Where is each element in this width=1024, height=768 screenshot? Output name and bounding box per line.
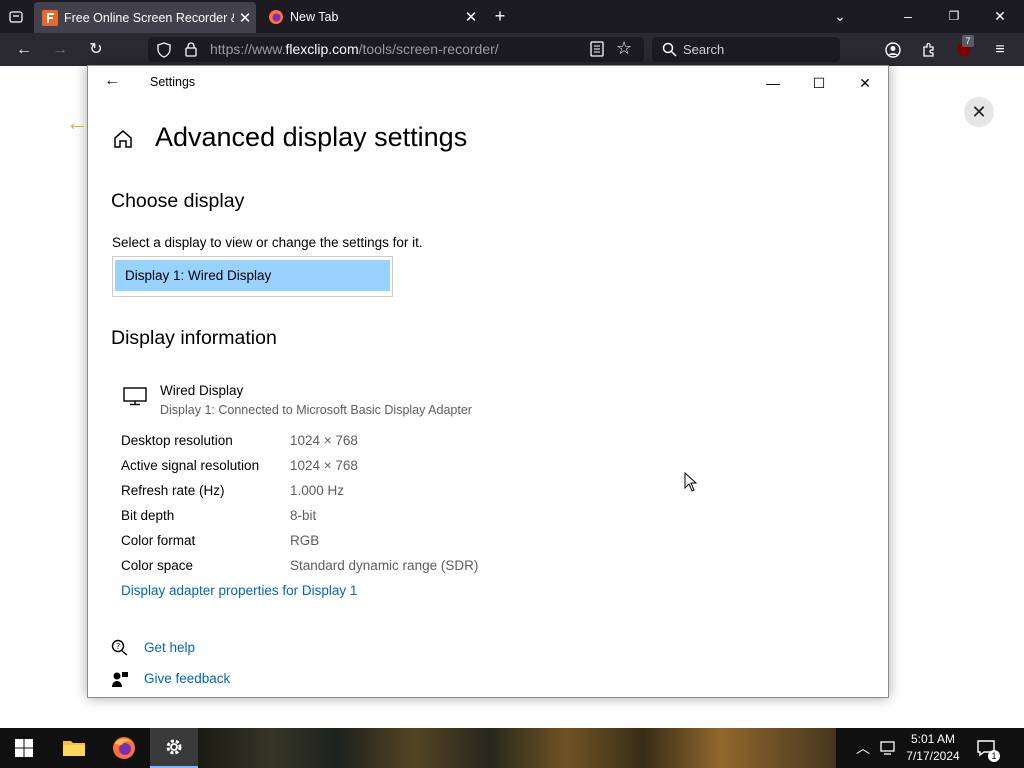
give-feedback-icon — [112, 672, 128, 687]
extensions-icon[interactable] — [916, 33, 942, 66]
monitor-icon — [123, 387, 147, 406]
display-information-heading: Display information — [111, 327, 277, 349]
lock-icon[interactable] — [184, 41, 198, 57]
account-icon[interactable] — [880, 33, 906, 66]
back-icon[interactable]: ← — [10, 33, 38, 66]
browser-toolbar: ← → ↻ https://www.flexclip.com/tools/scr… — [0, 33, 1024, 66]
settings-window-title: Settings — [150, 75, 196, 89]
mouse-cursor-icon — [684, 472, 698, 492]
settings-maximize-icon[interactable]: ☐ — [796, 70, 842, 96]
svg-text:?: ? — [116, 642, 120, 651]
info-row-active-signal-resolution: Active signal resolution 1024 × 768 — [121, 458, 621, 478]
tab-title: Free Online Screen Recorder & l — [64, 10, 234, 25]
choose-display-description: Select a display to view or change the s… — [112, 235, 423, 250]
page-close-icon[interactable]: ✕ — [964, 97, 994, 127]
firefox-favicon-icon — [269, 9, 283, 24]
url-bar[interactable]: https://www.flexclip.com/tools/screen-re… — [148, 37, 644, 62]
flexclip-favicon-icon — [42, 9, 58, 26]
search-placeholder: Search — [683, 42, 725, 57]
gear-icon — [166, 739, 182, 755]
taskbar-date[interactable]: 7/17/2024 — [904, 749, 962, 763]
settings-back-icon[interactable]: ← — [104, 72, 120, 90]
minimize-icon[interactable]: – — [896, 0, 920, 33]
reload-icon[interactable]: ↻ — [82, 33, 110, 66]
info-label: Color format — [121, 533, 196, 548]
tray-chevron-up-icon[interactable]: ︿ — [856, 738, 870, 758]
url-text[interactable]: https://www.flexclip.com/tools/screen-re… — [210, 41, 499, 57]
windows-logo-icon — [15, 739, 33, 757]
home-icon[interactable] — [112, 128, 134, 150]
info-value: 1024 × 768 — [290, 433, 358, 448]
info-label: Refresh rate (Hz) — [121, 483, 225, 498]
shield-icon[interactable] — [156, 42, 172, 58]
info-row-bit-depth: Bit depth 8-bit — [121, 508, 621, 528]
search-icon — [662, 42, 677, 57]
info-value: Standard dynamic range (SDR) — [290, 558, 479, 573]
get-help-link[interactable]: Get help — [144, 640, 195, 655]
give-feedback-link[interactable]: Give feedback — [144, 671, 230, 686]
forward-icon[interactable]: → — [46, 33, 74, 66]
reader-view-icon[interactable] — [590, 41, 604, 57]
display-name: Wired Display — [160, 383, 244, 398]
info-value: 8-bit — [290, 508, 317, 523]
browser-tab-bar: Free Online Screen Recorder & l ✕ New Ta… — [0, 0, 1024, 33]
settings-title-bar: ← Settings — ☐ ✕ — [88, 66, 888, 98]
bookmark-star-icon[interactable]: ☆ — [616, 38, 632, 59]
taskbar-file-explorer[interactable] — [50, 728, 98, 768]
folder-icon — [63, 741, 85, 756]
firefox-icon — [113, 737, 135, 759]
page-title: Advanced display settings — [155, 122, 468, 152]
taskbar-settings[interactable] — [150, 728, 198, 768]
hamburger-menu-icon[interactable]: ≡ — [988, 33, 1012, 66]
close-tab-icon[interactable]: ✕ — [460, 8, 482, 26]
tab-screen-recorder[interactable]: Free Online Screen Recorder & l ✕ — [34, 2, 256, 33]
page-back-arrow-icon[interactable]: ← — [66, 110, 88, 136]
search-bar[interactable]: Search — [652, 37, 840, 62]
tab-title: New Tab — [290, 9, 339, 24]
tab-new-tab[interactable]: New Tab ✕ — [260, 0, 482, 33]
chevron-down-icon[interactable]: ⌄ — [828, 0, 852, 33]
info-value: 1.000 Hz — [290, 483, 345, 498]
info-label: Bit depth — [121, 508, 175, 523]
info-label: Active signal resolution — [121, 458, 260, 473]
taskbar-time[interactable]: 5:01 AM — [904, 732, 962, 746]
notification-count-badge: 1 — [988, 750, 1000, 762]
start-button[interactable] — [0, 728, 48, 768]
info-value: RGB — [290, 533, 320, 548]
info-row-color-space: Color space Standard dynamic range (SDR) — [121, 558, 621, 578]
display-select-list[interactable]: Display 1: Wired Display — [112, 256, 393, 297]
settings-minimize-icon[interactable]: — — [750, 70, 796, 96]
settings-window: ← Settings — ☐ ✕ Advanced display settin… — [87, 65, 889, 698]
network-icon[interactable] — [880, 740, 898, 756]
get-help-icon: ? — [111, 639, 128, 656]
display-option-selected[interactable]: Display 1: Wired Display — [115, 260, 390, 291]
desktop-wallpaper-strip — [196, 728, 836, 768]
close-window-icon[interactable]: ✕ — [988, 0, 1012, 33]
restore-icon[interactable]: ❐ — [942, 0, 966, 33]
display-connection-subtitle: Display 1: Connected to Microsoft Basic … — [160, 403, 472, 417]
ublock-extension-icon[interactable]: 7 — [950, 33, 978, 66]
info-row-desktop-resolution: Desktop resolution 1024 × 768 — [121, 433, 621, 453]
close-tab-icon[interactable]: ✕ — [234, 9, 256, 27]
taskbar-firefox[interactable] — [100, 728, 148, 768]
extension-badge: 7 — [962, 35, 974, 47]
choose-display-heading: Choose display — [111, 190, 245, 212]
settings-close-icon[interactable]: ✕ — [842, 70, 888, 96]
info-label: Color space — [121, 558, 194, 573]
display-adapter-properties-link[interactable]: Display adapter properties for Display 1 — [121, 583, 357, 598]
info-row-refresh-rate: Refresh rate (Hz) 1.000 Hz — [121, 483, 621, 503]
info-value: 1024 × 768 — [290, 458, 358, 473]
taskbar: ︿ 5:01 AM 7/17/2024 1 — [0, 728, 1024, 768]
tab-list-icon[interactable] — [4, 0, 28, 36]
info-label: Desktop resolution — [121, 433, 233, 448]
new-tab-icon[interactable]: + — [488, 0, 512, 33]
info-row-color-format: Color format RGB — [121, 533, 621, 553]
